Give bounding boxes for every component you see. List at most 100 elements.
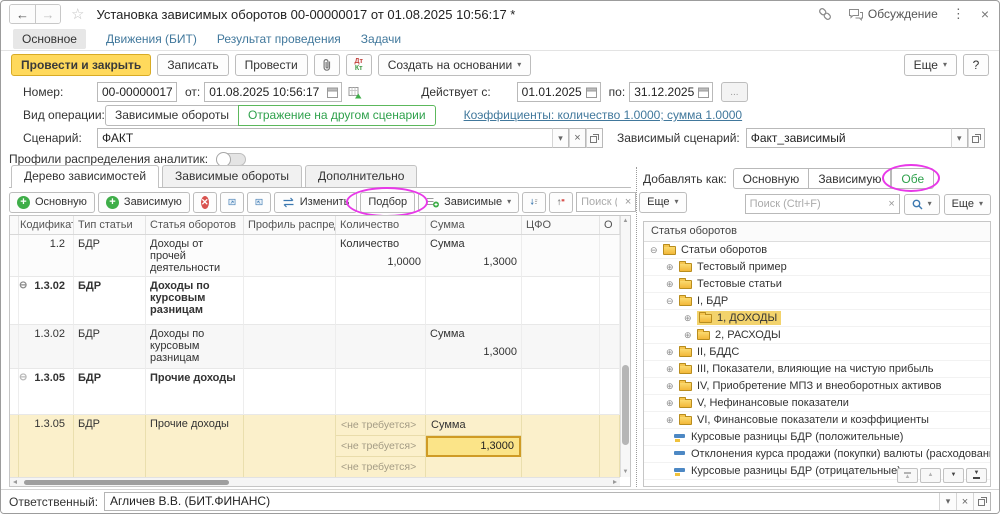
favorite-star-icon[interactable]: ☆ xyxy=(71,5,84,23)
operation-option-other-scenario[interactable]: Отражение на другом сценарии xyxy=(238,105,436,126)
scrollbar-thumb[interactable] xyxy=(24,480,229,485)
link-icon[interactable] xyxy=(818,7,832,21)
tree-item[interactable]: ⊕ III, Показатели, влияющие на чистую пр… xyxy=(644,361,990,378)
add-main-button[interactable]: +Основную xyxy=(9,192,95,213)
sum-label-cell[interactable]: Сумма xyxy=(426,415,521,436)
back-icon[interactable]: ← xyxy=(10,5,35,23)
more-button[interactable]: Еще▾ xyxy=(904,54,957,76)
table-row-selected[interactable]: 1.3.05 БДР Прочие доходы <не требуется> … xyxy=(10,415,620,477)
move-top-button[interactable]: ▲ xyxy=(897,468,918,483)
table-search-input[interactable] xyxy=(577,196,621,208)
tree-column-header[interactable]: Статья оборотов xyxy=(644,222,990,242)
expand-icon[interactable]: ⊕ xyxy=(666,416,679,425)
valid-to-field[interactable] xyxy=(629,82,713,102)
responsible-open-icon[interactable] xyxy=(973,493,990,510)
collapse-icon[interactable]: ⊖ xyxy=(19,281,27,291)
coefficients-link[interactable]: Коэффициенты: количество 1.0000; сумма 1… xyxy=(464,108,743,122)
tab-post-result[interactable]: Результат проведения xyxy=(217,32,341,46)
collapse-icon[interactable]: ⊖ xyxy=(19,373,27,383)
tab-dependent-turnovers[interactable]: Зависимые обороты xyxy=(162,165,302,187)
table-row[interactable]: 1.2 БДР Доходы от прочей деятельности Ко… xyxy=(10,235,620,277)
tree-item[interactable]: ⊖ Статьи оборотов xyxy=(644,242,990,259)
panel-splitter[interactable] xyxy=(636,167,637,487)
scroll-down-icon[interactable]: ▼ xyxy=(621,468,630,476)
table-group-row[interactable]: ⊖1.3.02 БДР Доходы по курсовым разницам xyxy=(10,277,620,325)
search-options-button[interactable]: ▾ xyxy=(904,194,940,215)
operation-option-dependent-turnovers[interactable]: Зависимые обороты xyxy=(105,105,239,126)
expand-icon[interactable]: ⊕ xyxy=(666,382,679,391)
table-row[interactable]: 1.3.02 БДР Доходы по курсовым разницам С… xyxy=(10,325,620,369)
tree-item[interactable]: ⊕ V, Нефинансовые показатели xyxy=(644,395,990,412)
move-in-button[interactable] xyxy=(220,192,244,213)
create-based-on-button[interactable]: Создать на основании▾ xyxy=(378,54,532,76)
not-required-cell[interactable]: <не требуется> xyxy=(336,415,425,436)
set-current-date-button[interactable] xyxy=(348,86,363,99)
move-bottom-button[interactable]: ▼ xyxy=(966,468,987,483)
sort-descending-button[interactable] xyxy=(522,192,546,213)
clear-search-icon[interactable]: × xyxy=(885,198,899,210)
scroll-right-icon[interactable] xyxy=(613,480,617,484)
column-header[interactable]: О xyxy=(600,216,620,234)
tree-item[interactable]: ⊕ Тестовый пример xyxy=(644,259,990,276)
column-header[interactable]: Сумма xyxy=(426,216,522,234)
column-header[interactable]: Количество xyxy=(336,216,426,234)
tab-additional[interactable]: Дополнительно xyxy=(305,165,417,187)
expand-icon[interactable]: ⊕ xyxy=(666,280,679,289)
expand-icon[interactable]: ⊕ xyxy=(666,348,679,357)
column-header[interactable]: Профиль распределе... xyxy=(244,216,336,234)
scroll-left-icon[interactable] xyxy=(13,480,17,484)
dt-kt-button[interactable]: ДтКт xyxy=(346,54,372,76)
valid-from-field[interactable] xyxy=(517,82,601,102)
period-more-button[interactable]: ... xyxy=(721,82,747,102)
tree-item[interactable]: ⊖ I, БДР xyxy=(644,293,990,310)
tab-dependency-tree[interactable]: Дерево зависимостей xyxy=(11,165,159,188)
not-required-cell[interactable]: <не требуется> xyxy=(336,457,425,477)
tree-item[interactable]: ⊕ IV, Приобретение МПЗ и внеоборотных ак… xyxy=(644,378,990,395)
profiles-toggle[interactable] xyxy=(216,153,246,166)
add-as-both-button[interactable]: Обе xyxy=(891,168,934,189)
tree-item[interactable]: ⊕ II, БДДС xyxy=(644,344,990,361)
tree-item[interactable]: ⊕ 2, РАСХОДЫ xyxy=(644,327,990,344)
forward-icon[interactable]: → xyxy=(35,5,60,23)
scenario-clear-icon[interactable]: × xyxy=(569,128,586,148)
delete-button[interactable]: ✕ xyxy=(193,192,217,213)
scenario-open-icon[interactable] xyxy=(586,128,603,148)
scroll-up-icon[interactable]: ▲ xyxy=(621,217,630,225)
write-button[interactable]: Записать xyxy=(157,54,228,76)
discussion-button[interactable]: Обсуждение xyxy=(848,7,938,21)
tab-tasks[interactable]: Задачи xyxy=(361,32,401,46)
collapse-icon[interactable]: ⊖ xyxy=(666,297,679,306)
scrollbar-thumb[interactable] xyxy=(622,365,629,445)
tree-item[interactable]: ⊕ Тестовые статьи xyxy=(644,276,990,293)
responsible-dropdown-icon[interactable]: ▾ xyxy=(939,493,956,510)
move-down-button[interactable]: ▼ xyxy=(943,468,964,483)
menu-dots-icon[interactable]: ⋮ xyxy=(952,6,965,22)
column-header[interactable]: ЦФО xyxy=(522,216,600,234)
close-icon[interactable]: × xyxy=(981,6,989,22)
tree-item[interactable]: ⊕ VI, Финансовые показатели и коэффициен… xyxy=(644,412,990,429)
set-flag-button[interactable] xyxy=(549,192,573,213)
help-button[interactable]: ? xyxy=(963,54,989,76)
tree-item[interactable]: Курсовые разницы БДР (положительные) xyxy=(644,429,990,446)
clear-search-icon[interactable]: × xyxy=(621,196,635,208)
expand-icon[interactable]: ⊕ xyxy=(666,263,679,272)
not-required-cell[interactable]: <не требуется> xyxy=(336,436,425,457)
expand-icon[interactable]: ⊕ xyxy=(666,399,679,408)
number-field[interactable] xyxy=(97,82,177,102)
scenario-dropdown-icon[interactable]: ▾ xyxy=(552,128,569,148)
attachment-button[interactable] xyxy=(314,54,340,76)
move-up-button[interactable]: ▲ xyxy=(920,468,941,483)
scenario-field[interactable] xyxy=(97,128,552,148)
dependent-scenario-open-icon[interactable] xyxy=(968,128,985,148)
column-header[interactable]: Статья оборотов xyxy=(146,216,244,234)
add-dependent-button[interactable]: +Зависимую xyxy=(98,192,190,213)
move-out-button[interactable] xyxy=(247,192,271,213)
pick-button[interactable]: Подбор xyxy=(360,192,415,213)
dependents-button[interactable]: Зависимые▾ xyxy=(418,192,519,213)
document-date-field[interactable] xyxy=(204,82,342,102)
add-as-main-button[interactable]: Основную xyxy=(733,168,810,189)
column-header[interactable]: Кодификатор xyxy=(16,216,74,234)
dependent-scenario-field[interactable] xyxy=(746,128,951,148)
post-and-close-button[interactable]: Провести и закрыть xyxy=(11,54,151,76)
tab-main[interactable]: Основное xyxy=(13,29,86,49)
